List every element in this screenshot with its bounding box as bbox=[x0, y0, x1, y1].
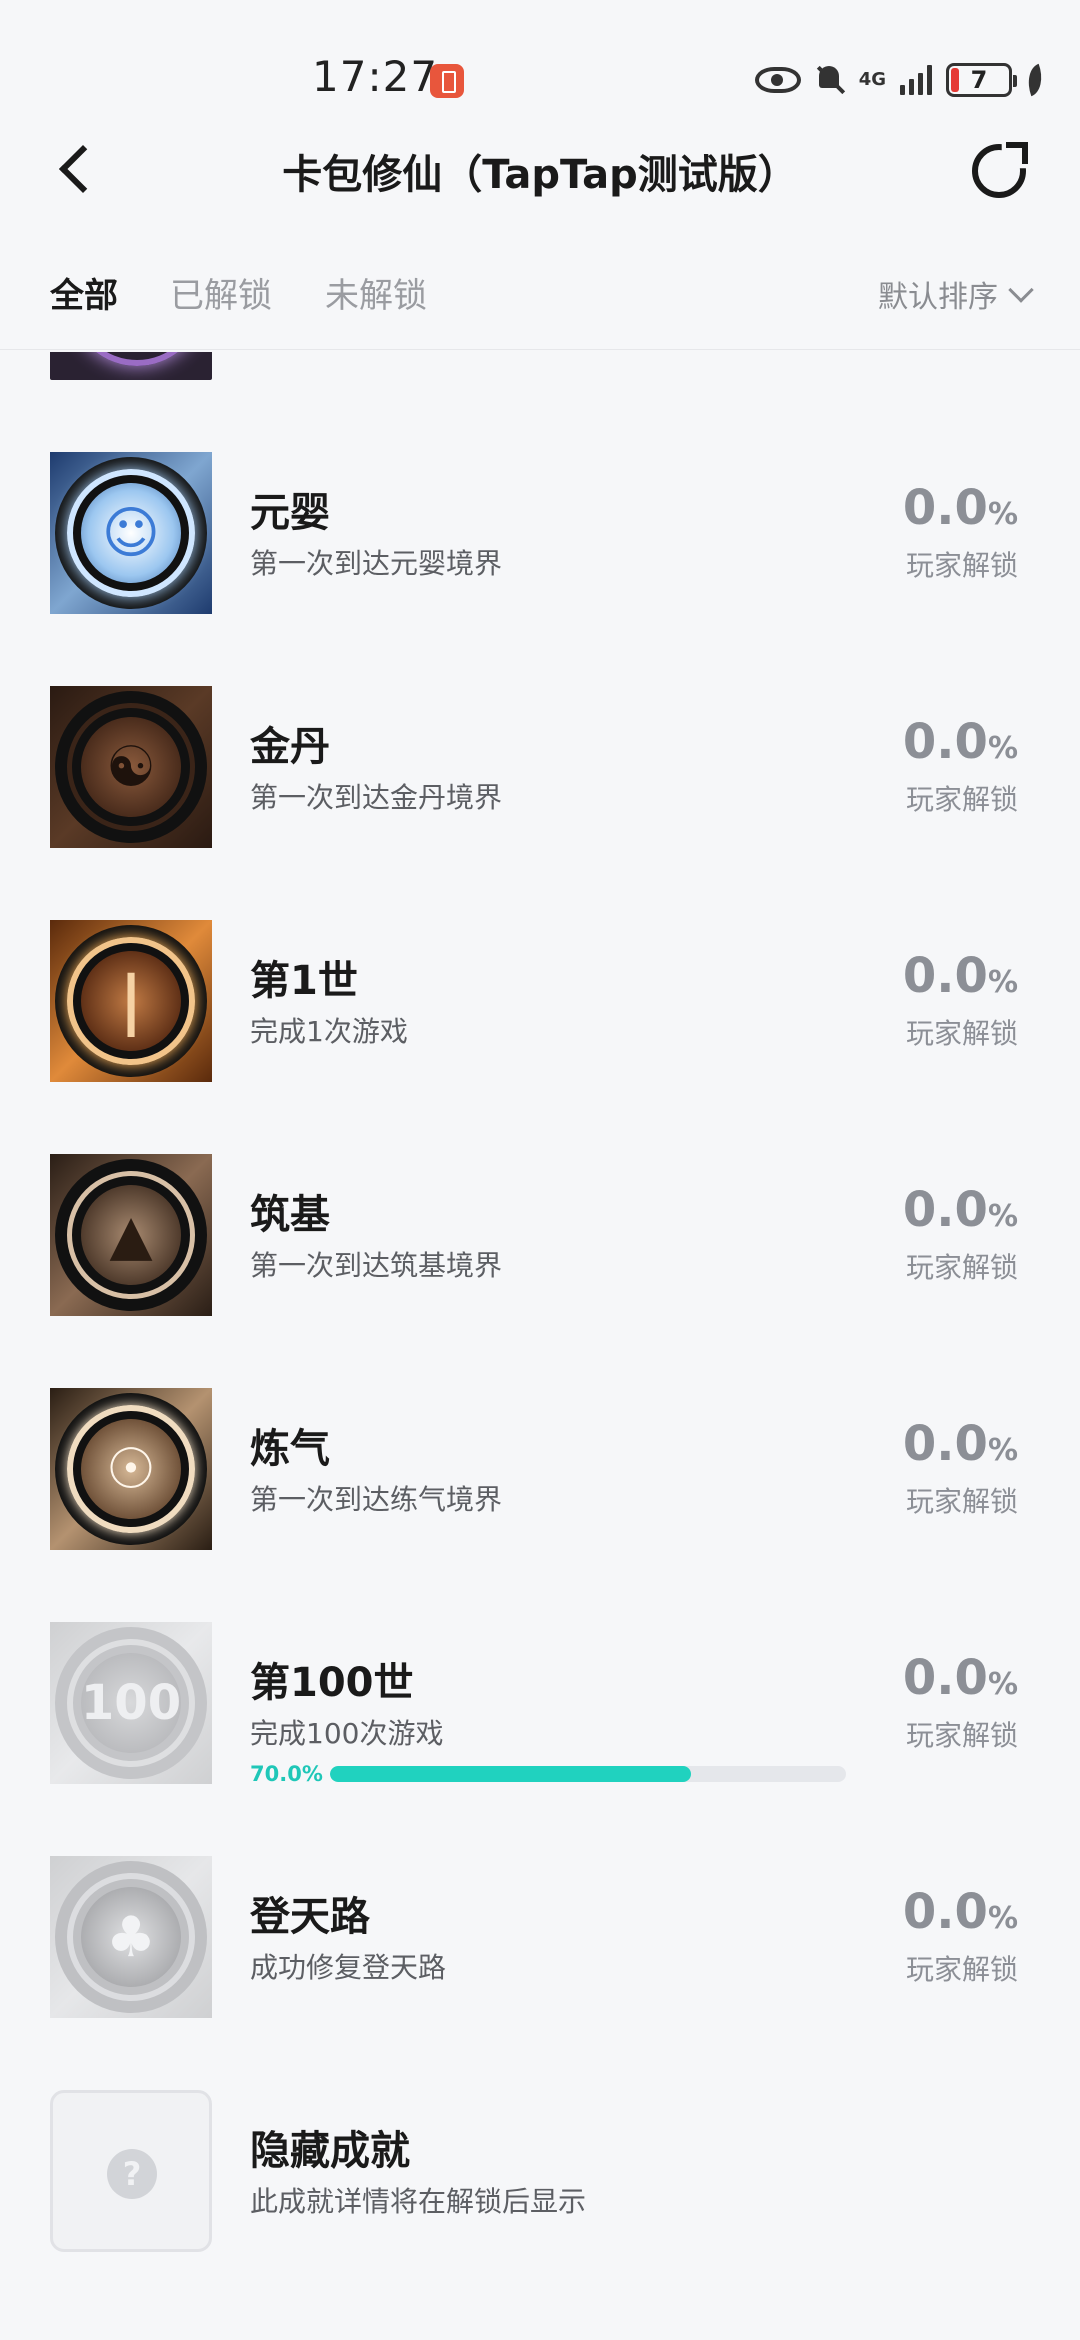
hidden-achievement-row[interactable]: ? 隐藏成就 此成就详情将在解锁后显示 bbox=[0, 2090, 1080, 2324]
achievement-row[interactable]: ♣ 登天路 成功修复登天路 0.0% 玩家解锁 bbox=[0, 1856, 1080, 2090]
achievement-desc: 第一次到达筑基境界 bbox=[250, 1249, 503, 1282]
unlock-rate-label: 玩家解锁 bbox=[905, 1017, 1018, 1050]
signal-icon bbox=[900, 65, 932, 95]
question-icon: ? bbox=[107, 2149, 157, 2199]
leaf-icon bbox=[1021, 63, 1049, 97]
share-arrow-icon bbox=[1006, 142, 1028, 164]
unlock-rate: 0.0% bbox=[902, 1182, 1018, 1238]
sort-dropdown[interactable]: 默认排序 bbox=[878, 272, 1034, 316]
achievement-row[interactable]: ☺ 元婴 第一次到达元婴境界 0.0% 玩家解锁 bbox=[0, 452, 1080, 686]
achievement-row[interactable]: ▲ 筑基 第一次到达筑基境界 0.0% 玩家解锁 bbox=[0, 1154, 1080, 1388]
share-button[interactable] bbox=[968, 138, 1030, 200]
progress-bar bbox=[330, 1766, 846, 1782]
battery-alert-icon bbox=[430, 64, 464, 98]
tab-all[interactable]: 全部 bbox=[50, 268, 118, 317]
achievement-title: 筑基 bbox=[250, 1192, 330, 1238]
page-title: 卡包修仙（TapTap测试版） bbox=[282, 152, 798, 198]
unlock-rate: 0.0% bbox=[902, 1650, 1018, 1706]
achievement-desc: 完成100次游戏 bbox=[250, 1717, 444, 1750]
achievement-row[interactable]: ☯ 金丹 第一次到达金丹境界 0.0% 玩家解锁 bbox=[0, 686, 1080, 920]
unlock-rate: 0.0% bbox=[902, 948, 1018, 1004]
golden-core-icon: ☯ bbox=[50, 686, 212, 848]
unlock-rate: 0.0% bbox=[902, 1884, 1018, 1940]
unlock-rate: 0.0% bbox=[902, 1416, 1018, 1472]
unlock-rate-label: 玩家解锁 bbox=[905, 549, 1018, 582]
progress-fill bbox=[330, 1766, 692, 1782]
achievement-title: 登天路 bbox=[250, 1894, 370, 1940]
unlock-rate-label: 玩家解锁 bbox=[905, 1485, 1018, 1518]
infant-spirit-icon: ☺ bbox=[50, 452, 212, 614]
achievement-desc: 第一次到达元婴境界 bbox=[250, 547, 503, 580]
first-life-icon: | bbox=[50, 920, 212, 1082]
bell-muted-icon bbox=[815, 64, 845, 96]
sort-label: 默认排序 bbox=[878, 280, 998, 315]
battery-level: 7 bbox=[970, 66, 988, 94]
unlock-rate: 0.0% bbox=[902, 714, 1018, 770]
achievement-row[interactable]: 100 第100世 完成100次游戏 70.0% 0.0% 玩家解锁 bbox=[0, 1622, 1080, 1856]
progress-label: 70.0% bbox=[250, 1762, 323, 1786]
achievement-desc: 第一次到达金丹境界 bbox=[250, 781, 503, 814]
status-icons: 4G 7 bbox=[754, 58, 1049, 102]
filter-tabs: 全部 已解锁 未解锁 默认排序 bbox=[0, 250, 1080, 350]
network-label: 4G bbox=[858, 69, 886, 90]
tab-unlocked[interactable]: 已解锁 bbox=[170, 268, 272, 317]
qi-refining-icon: ☉ bbox=[50, 1388, 212, 1550]
achievements-screen: 17:27 4G 7 卡包修仙（TapTap测试版） 全部 已解锁 未解锁 默认… bbox=[0, 0, 1080, 2340]
icon-glyph-100: 100 bbox=[80, 1675, 182, 1731]
hidden-achievement-icon: ? bbox=[50, 2090, 212, 2252]
unlock-rate-label: 玩家解锁 bbox=[905, 1953, 1018, 1986]
foundation-icon: ▲ bbox=[50, 1154, 212, 1316]
achievement-title: 第100世 bbox=[250, 1660, 414, 1706]
achievement-row[interactable]: ☉ 炼气 第一次到达练气境界 0.0% 玩家解锁 bbox=[0, 1388, 1080, 1622]
status-time: 17:27 bbox=[312, 52, 439, 101]
tab-locked[interactable]: 未解锁 bbox=[325, 268, 427, 317]
heaven-road-icon: ♣ bbox=[50, 1856, 212, 2018]
hundredth-life-icon: 100 bbox=[50, 1622, 212, 1784]
unlock-rate: 0.0% bbox=[902, 480, 1018, 536]
achievement-title: 元婴 bbox=[250, 490, 330, 536]
chevron-down-icon bbox=[1008, 277, 1034, 303]
unlock-rate-label: 玩家解锁 bbox=[905, 1719, 1018, 1752]
achievement-desc: 第一次到达练气境界 bbox=[250, 1483, 503, 1516]
eye-icon bbox=[754, 67, 801, 93]
achievement-title: 炼气 bbox=[250, 1426, 330, 1472]
achievement-title: 金丹 bbox=[250, 724, 330, 770]
battery-icon: 7 bbox=[946, 63, 1017, 97]
hidden-achievement-title: 隐藏成就 bbox=[250, 2128, 410, 2174]
hidden-achievement-desc: 此成就详情将在解锁后显示 bbox=[250, 2185, 587, 2218]
status-bar: 17:27 4G 7 bbox=[0, 0, 1080, 120]
achievement-desc: 完成1次游戏 bbox=[250, 1015, 408, 1048]
achievement-title: 第1世 bbox=[250, 958, 358, 1004]
unlock-rate-label: 玩家解锁 bbox=[905, 1251, 1018, 1284]
achievement-desc: 成功修复登天路 bbox=[250, 1951, 447, 1984]
achievement-row[interactable]: | 第1世 完成1次游戏 0.0% 玩家解锁 bbox=[0, 920, 1080, 1154]
unlock-rate-label: 玩家解锁 bbox=[905, 783, 1018, 816]
achievement-icon-partial bbox=[50, 352, 212, 380]
achievement-list[interactable]: ☺ 元婴 第一次到达元婴境界 0.0% 玩家解锁 ☯ 金丹 第一次到达金丹境界 … bbox=[0, 352, 1080, 2340]
header: 卡包修仙（TapTap测试版） bbox=[0, 120, 1080, 220]
